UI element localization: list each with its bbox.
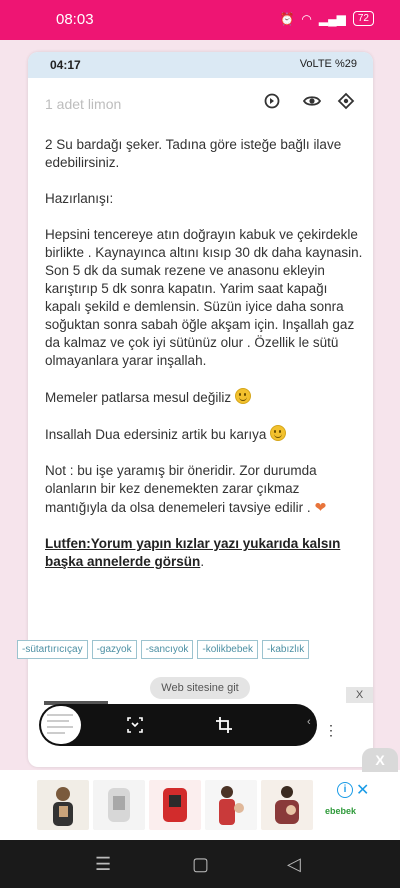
outer-status-bar: 08:03 ⏰ ◠ ▂▄▆ 72 — [0, 0, 400, 40]
signal-icon: ▂▄▆ — [318, 11, 346, 26]
banner-ad[interactable] — [0, 772, 400, 838]
page-title: 1 adet limon — [45, 96, 122, 112]
sugar-paragraph: 2 Su bardağı şeker. Tadına göre isteğe b… — [45, 137, 342, 170]
visit-website-chip[interactable]: Web sitesine git — [150, 677, 250, 699]
tag-kabizlik[interactable]: -kabızlık — [261, 640, 310, 659]
ad-brand-logo[interactable]: ebebek — [325, 806, 356, 816]
alarm-icon: ⏰ — [279, 11, 295, 26]
instructions-paragraph: Hepsini tencereye atın doğrayın kabuk ve… — [45, 227, 363, 368]
ad-product-image[interactable] — [261, 780, 313, 830]
inner-network-label: VoLTE — [299, 58, 332, 70]
ad-product-image[interactable] — [205, 780, 257, 830]
tag-kolikbebek[interactable]: -kolikbebek — [197, 640, 258, 659]
smile-emoji-icon — [270, 425, 287, 441]
tag-list: -sütartırıcıçay -gazyok -sancıyok -kolik… — [17, 640, 317, 659]
comment-request-text: Lutfen:Yorum yapın kızlar yazı yukarıda … — [45, 536, 341, 569]
tag-gazyok[interactable]: -gazyok — [91, 640, 137, 659]
tag-sanciyok[interactable]: -sancıyok — [140, 640, 194, 659]
post-content: 2 Su bardağı şeker. Tadına göre isteğe b… — [45, 137, 363, 569]
ad-product-image[interactable] — [149, 780, 201, 830]
inner-ad-close-button[interactable]: X — [346, 687, 373, 703]
preparation-heading: Hazırlanışı: — [45, 191, 114, 206]
sync-icon[interactable] — [263, 92, 281, 110]
more-options-icon[interactable]: ⋮ — [324, 722, 338, 739]
tag-sutartiricicay[interactable]: -sütartırıcıçay — [17, 640, 88, 659]
crop-icon[interactable] — [215, 716, 233, 734]
ad-info-icon[interactable]: i — [337, 782, 353, 798]
rotate-icon[interactable] — [337, 92, 355, 110]
battery-indicator: 72 — [352, 11, 374, 26]
back-icon[interactable]: ◁ — [287, 854, 301, 875]
system-navigation-bar: ☰ ▢ ◁ — [0, 840, 400, 888]
screenshot-thumbnail[interactable] — [41, 706, 81, 744]
home-icon[interactable]: ▢ — [192, 854, 209, 875]
smile-emoji-icon — [235, 388, 252, 404]
inner-clock: 04:17 — [50, 58, 81, 72]
outer-clock: 08:03 — [56, 11, 94, 28]
ad-product-image[interactable] — [37, 780, 89, 830]
heart-emoji-icon: ❤ — [314, 499, 327, 515]
inner-battery-label: %29 — [334, 58, 357, 70]
note-paragraph: Not : bu işe yaramış bir öneridir. Zor d… — [45, 463, 317, 515]
warning-line: Memeler patlarsa mesul değiliz — [45, 390, 232, 405]
prayer-line: Insallah Dua edersiniz artik bu karıya — [45, 427, 267, 442]
scroll-capture-icon[interactable] — [126, 716, 144, 734]
app-bar: 1 adet limon — [28, 78, 373, 124]
ad-product-image[interactable] — [93, 780, 145, 830]
wifi-icon: ◠ — [301, 11, 312, 26]
eye-icon[interactable] — [303, 92, 321, 110]
ad-dismiss-icon[interactable]: ✕ — [356, 780, 369, 800]
captured-screenshot: 04:17 VoLTE %29 1 adet limon 2 Su bardağ… — [28, 52, 373, 767]
ad-close-button[interactable]: X — [362, 748, 398, 772]
inner-status-bar: 04:17 VoLTE %29 — [28, 52, 373, 78]
recent-apps-icon[interactable]: ☰ — [95, 854, 111, 875]
toolbar-collapse-icon[interactable]: ‹ — [307, 716, 311, 728]
